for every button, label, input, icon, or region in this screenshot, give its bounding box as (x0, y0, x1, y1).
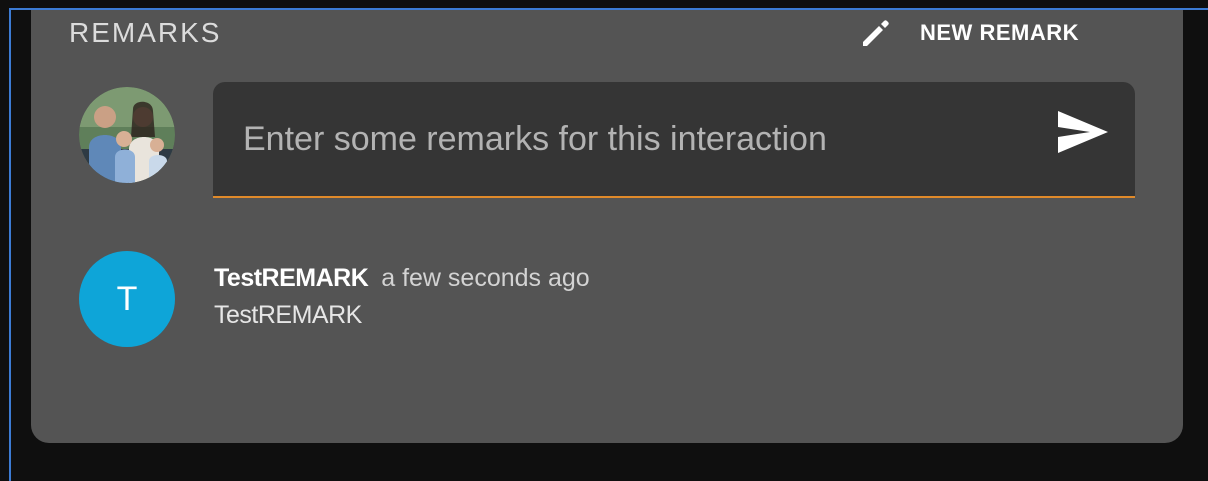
remarks-title: REMARKS (69, 17, 222, 48)
remark-author: TestREMARK (214, 264, 369, 292)
send-button[interactable] (1053, 108, 1113, 160)
remarks-card: REMARKS NEW REMARK Enter some remarks fo… (31, 10, 1183, 443)
new-remark-label: NEW REMARK (920, 20, 1079, 45)
remark-timestamp: a few seconds ago (381, 264, 590, 292)
remark-text: TestREMARK (214, 301, 362, 329)
remark-input-container (213, 82, 1135, 198)
remark-input[interactable] (243, 110, 1043, 168)
remark-header: TestREMARK a few seconds ago (214, 263, 590, 293)
remark-author-avatar: T (79, 251, 175, 347)
app-frame: REMARKS NEW REMARK Enter some remarks fo… (0, 0, 1208, 481)
pencil-icon (859, 16, 895, 50)
send-icon (1056, 109, 1110, 160)
user-photo-avatar (79, 87, 175, 183)
new-remark-button[interactable]: NEW REMARK (859, 16, 1079, 50)
frame-left-border (9, 9, 11, 481)
